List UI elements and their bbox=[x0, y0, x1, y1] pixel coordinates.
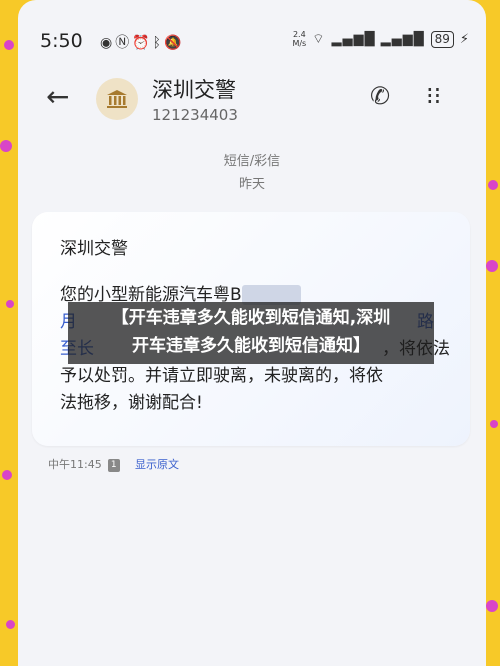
wifi-icon: ⌔ bbox=[312, 32, 326, 47]
message-channel: 短信/彩信 bbox=[223, 154, 281, 169]
phone-call-icon[interactable]: ✆ bbox=[370, 82, 390, 110]
avatar[interactable] bbox=[96, 78, 138, 120]
background-dot bbox=[4, 40, 14, 50]
contact-number: 121234403 bbox=[152, 106, 238, 124]
contact-name: 深圳交警 bbox=[152, 78, 236, 102]
overlay-line: 【开车违章多久能收到短信通知,深圳 bbox=[111, 308, 391, 328]
bluetooth-icon: ᛒ bbox=[152, 35, 165, 51]
background-dot bbox=[6, 300, 14, 308]
background-dot bbox=[0, 140, 12, 152]
status-right: 2.4 M/s ⌔ ▂▄▆█ ▂▄▆█ 89 ⚡ bbox=[292, 30, 470, 48]
eye-icon: ◉ bbox=[100, 35, 116, 51]
message-time: 中午11:45 bbox=[48, 458, 102, 471]
status-time: 5:50 bbox=[40, 30, 83, 52]
sim-badge-icon: 1 bbox=[107, 458, 120, 472]
background-dot bbox=[490, 420, 498, 428]
overlay-line: 开车违章多久能收到短信通知】 bbox=[132, 336, 370, 356]
status-bar: 5:50 ◉Ⓝ⏰ᛒ🔕 2.4 M/s ⌔ ▂▄▆█ ▂▄▆█ 89 ⚡ bbox=[18, 24, 486, 60]
back-arrow-icon[interactable]: ← bbox=[46, 80, 69, 113]
charging-icon: ⚡ bbox=[459, 31, 470, 47]
message-sender: 深圳交警 bbox=[60, 239, 128, 259]
signal-icon: ▂▄▆█ ▂▄▆█ bbox=[331, 31, 425, 47]
mute-icon: 🔕 bbox=[164, 35, 185, 51]
government-building-icon bbox=[107, 90, 127, 108]
battery-icon: 89 bbox=[430, 30, 454, 48]
background-dot bbox=[6, 620, 15, 629]
conversation-header: ← 深圳交警 121234403 ✆ ⁝⁝ bbox=[18, 70, 486, 130]
background-dot bbox=[486, 600, 498, 612]
network-speed-value: 2.4 bbox=[292, 30, 306, 39]
background-dot bbox=[488, 180, 498, 190]
network-speed-unit: M/s bbox=[292, 39, 307, 48]
status-icons-left: ◉Ⓝ⏰ᛒ🔕 bbox=[100, 32, 185, 52]
show-original-link[interactable]: 显示原文 bbox=[135, 456, 179, 472]
message-day: 昨天 bbox=[238, 177, 265, 192]
background-dot bbox=[2, 470, 12, 480]
alarm-icon: ⏰ bbox=[132, 35, 153, 51]
network-speed: 2.4 M/s bbox=[292, 30, 306, 48]
more-options-icon[interactable]: ⁝⁝ bbox=[426, 82, 441, 110]
thread-meta: 短信/彩信 昨天 bbox=[18, 150, 486, 196]
message-line: 予以处罚。并请立即驶离，未驶离的，将依 bbox=[60, 366, 383, 386]
background-dot bbox=[486, 260, 498, 272]
message-line: 法拖移，谢谢配合! bbox=[60, 393, 203, 413]
message-timestamp: 中午11:45 1 bbox=[48, 456, 120, 472]
nfc-icon: Ⓝ bbox=[115, 35, 133, 51]
title-overlay: 【开车违章多久能收到短信通知,深圳 开车违章多久能收到短信通知】 bbox=[68, 302, 434, 364]
